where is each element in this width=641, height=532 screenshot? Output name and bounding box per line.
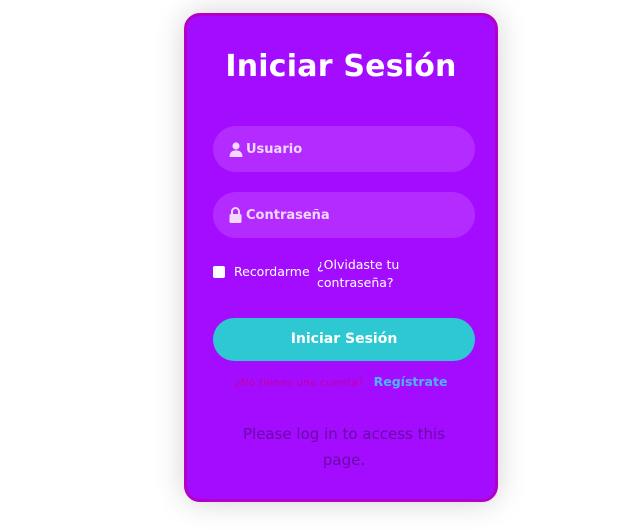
remember-checkbox[interactable] [213,265,225,278]
login-title: Iniciar Sesión [225,49,457,84]
username-field[interactable] [213,126,475,172]
login-card: Iniciar Sesión Recordarme ¿ [184,13,498,502]
register-link[interactable]: Regístrate [374,374,448,389]
login-notice: Please log in to access this page. [242,425,446,469]
password-field[interactable] [213,192,475,238]
login-page: Iniciar Sesión Recordarme ¿ [0,0,641,532]
user-icon [228,141,243,157]
remember-label: Recordarme [234,264,310,279]
forgot-password-link[interactable]: ¿Olvidaste tu contraseña? [317,256,427,292]
login-button[interactable]: Iniciar Sesión [213,318,475,361]
remember-me[interactable]: Recordarme [213,264,310,279]
register-prompt: ¿No tienes una cuenta? [234,376,364,389]
password-input[interactable] [246,207,456,223]
username-input[interactable] [246,141,456,157]
register-row: ¿No tienes una cuenta? Regístrate [187,374,495,389]
lock-icon [228,207,243,223]
